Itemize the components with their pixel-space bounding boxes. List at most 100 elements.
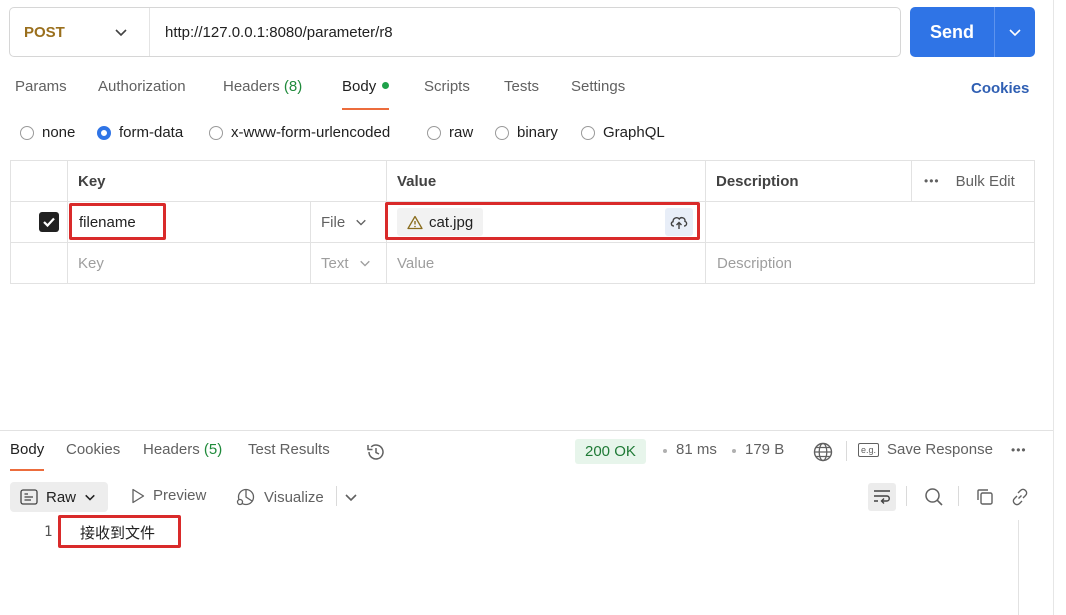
visualize-icon (236, 488, 255, 506)
chevron-down-icon (85, 494, 95, 501)
bulk-edit-button[interactable]: ••• Bulk Edit (924, 161, 1015, 201)
tab-tests[interactable]: Tests (504, 78, 539, 95)
radio-raw[interactable]: raw (427, 124, 473, 141)
response-tab-headers[interactable]: Headers (5) (143, 441, 222, 458)
url-text: http://127.0.0.1:8080/parameter/r8 (165, 23, 393, 41)
method-select[interactable]: POST (10, 8, 150, 56)
send-button[interactable]: Send (910, 7, 995, 57)
visualize-dropdown[interactable] (344, 490, 358, 508)
type-select[interactable]: File (321, 202, 367, 242)
tab-label: Cookies (66, 441, 121, 458)
method-label: POST (24, 23, 65, 41)
radio-x-www-form-urlencoded[interactable]: x-www-form-urlencoded (209, 124, 390, 141)
pane-divider[interactable] (0, 430, 1053, 431)
copy-button[interactable] (971, 483, 999, 511)
visualize-label: Visualize (264, 488, 324, 506)
radio-circle-checked (97, 125, 111, 140)
description-placeholder: Description (717, 254, 793, 272)
tab-scripts[interactable]: Scripts (424, 78, 470, 95)
search-icon (925, 488, 943, 506)
send-options-button[interactable] (995, 7, 1035, 57)
tab-settings[interactable]: Settings (571, 78, 625, 95)
view-mode-select[interactable]: Raw (10, 482, 108, 512)
response-tab-cookies[interactable]: Cookies (66, 441, 120, 458)
radio-circle (495, 125, 509, 140)
value-field-empty[interactable]: Value (397, 243, 434, 283)
url-input[interactable]: http://127.0.0.1:8080/parameter/r8 (165, 8, 393, 56)
tab-label: Body (10, 441, 45, 458)
row-checkbox[interactable] (39, 202, 59, 242)
tab-label: Headers (143, 441, 200, 458)
save-response-button[interactable]: e.g. Save Response (858, 441, 993, 458)
bulk-edit-label: Bulk Edit (955, 172, 1015, 190)
preview-button[interactable]: Preview (131, 487, 206, 504)
type-label: Text (321, 254, 349, 272)
chevron-down-icon (356, 219, 366, 226)
radio-label: form-data (119, 124, 184, 141)
scrollbar-track (1053, 0, 1054, 615)
example-icon: e.g. (858, 442, 880, 457)
tab-authorization[interactable]: Authorization (98, 78, 186, 95)
separator (958, 486, 959, 506)
radio-circle (209, 125, 223, 140)
tab-label: Body (342, 78, 377, 95)
raw-text-icon (20, 489, 38, 505)
line-number: 1 (44, 524, 53, 540)
more-icon: ••• (924, 174, 940, 188)
value-placeholder: Value (397, 254, 435, 272)
radio-binary[interactable]: binary (495, 124, 558, 141)
header-value: Value (397, 172, 437, 190)
tab-label: Settings (571, 78, 626, 95)
view-mode-label: Raw (46, 488, 77, 506)
radio-label: binary (517, 124, 558, 141)
headers-count: (8) (283, 78, 303, 95)
search-button[interactable] (920, 483, 948, 511)
save-response-label: Save Response (887, 441, 993, 458)
tab-label: Headers (223, 78, 280, 95)
key-placeholder: Key (78, 254, 104, 272)
copy-icon (977, 489, 993, 505)
response-tab-body[interactable]: Body (10, 441, 45, 471)
radio-none[interactable]: none (20, 124, 75, 141)
radio-circle (20, 125, 34, 140)
globe-icon[interactable] (812, 441, 834, 467)
link-button[interactable] (1006, 483, 1034, 511)
request-url-bar: POST http://127.0.0.1:8080/parameter/r8 (9, 7, 901, 57)
response-time: 81 ms (676, 441, 717, 458)
radio-label: raw (449, 124, 474, 141)
editor-scrollbar[interactable] (1018, 520, 1019, 615)
tab-label: Tests (504, 78, 540, 95)
preview-label: Preview (153, 487, 207, 504)
cookies-link[interactable]: Cookies (971, 80, 1029, 97)
headers-count: (5) (203, 441, 223, 458)
column-divider (705, 161, 706, 283)
separator (906, 486, 907, 506)
tab-label: Authorization (98, 78, 186, 95)
tab-body[interactable]: Body (342, 78, 390, 110)
radio-graphql[interactable]: GraphQL (581, 124, 665, 141)
more-options-icon[interactable]: ••• (1011, 443, 1027, 457)
wrap-lines-button[interactable] (868, 483, 896, 511)
description-field-empty[interactable]: Description (717, 243, 792, 283)
separator-dot (663, 449, 667, 453)
history-icon[interactable] (365, 441, 387, 467)
column-divider (911, 161, 912, 201)
chevron-down-icon (345, 494, 357, 502)
radio-circle (581, 125, 595, 140)
visualize-button[interactable]: Visualize (236, 487, 324, 507)
header-key: Key (78, 172, 106, 190)
chevron-down-icon (1009, 29, 1021, 37)
checkbox-checked-icon (39, 212, 59, 232)
tab-headers[interactable]: Headers (8) (223, 78, 302, 95)
type-select-empty[interactable]: Text (321, 243, 371, 283)
key-field-empty[interactable]: Key (78, 243, 104, 283)
response-size: 179 B (745, 441, 785, 458)
highlight-value (385, 202, 700, 240)
response-tab-test-results[interactable]: Test Results (248, 441, 330, 458)
radio-form-data[interactable]: form-data (97, 124, 183, 141)
row-divider (11, 242, 1034, 243)
send-button-group: Send (910, 7, 1035, 57)
highlight-response (58, 515, 181, 548)
tab-params[interactable]: Params (15, 78, 67, 95)
separator (336, 486, 337, 506)
